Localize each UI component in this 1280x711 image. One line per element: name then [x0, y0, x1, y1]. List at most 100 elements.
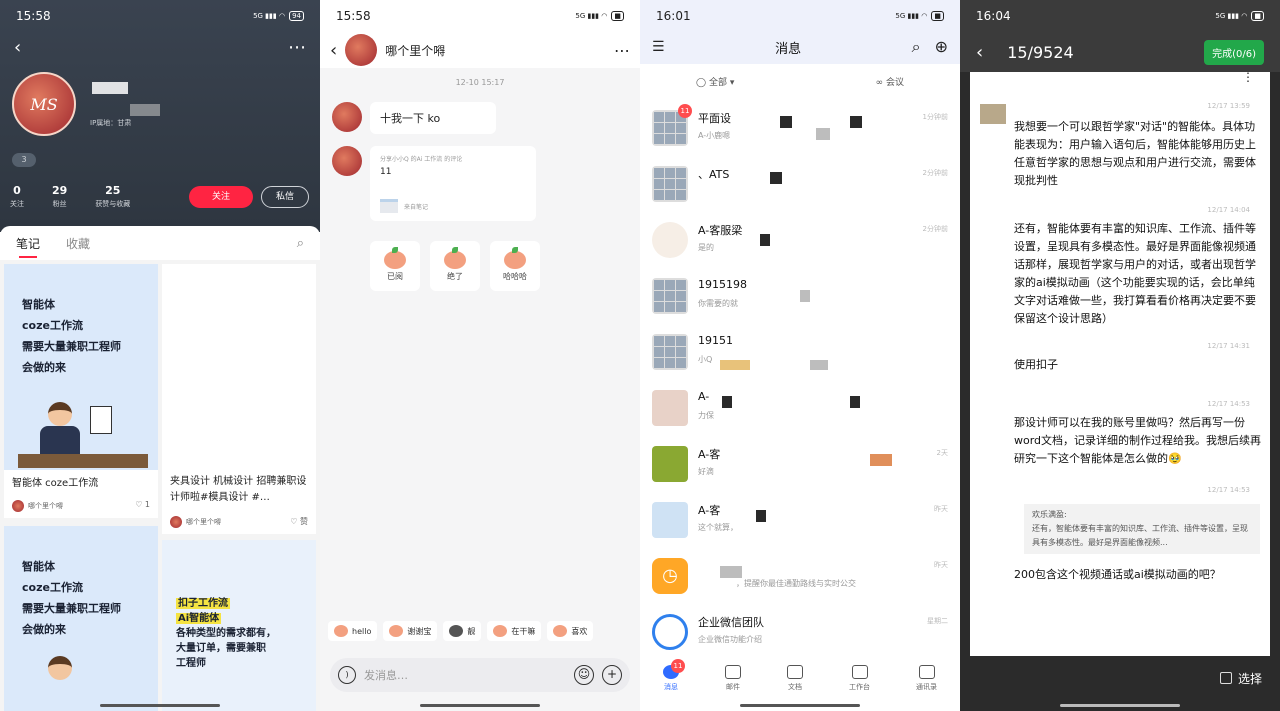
home-indicator — [420, 704, 540, 707]
note-card[interactable]: 夹具设计 机械设计 招聘兼职设计师啦#模具设计 #… 哪个里个嘚 ♡ 赞 — [162, 264, 316, 534]
menu-icon[interactable]: ☰ — [652, 39, 665, 55]
clock-icon: ◷ — [652, 558, 688, 594]
emoji-icon — [389, 625, 404, 637]
tab-notes[interactable]: 笔记 — [16, 235, 40, 258]
chat-screen: 15:58 5G ▮▮▮ ◠ ■ ‹ 哪个里个嘚 ⋯ 12-10 15:17 十… — [320, 0, 640, 711]
conversation-item[interactable]: A- 力保 — [640, 380, 960, 436]
redaction-block — [720, 566, 742, 578]
profile-tabs: 笔记 收藏 ⌕ — [0, 226, 320, 260]
select-header: 16:04 5G ▮▮▮ ◠ ■ ‹ 15/9524 完成(0/6) — [960, 0, 1280, 72]
conversation-item[interactable]: ◷ ，提醒你最佳通勤路线与实时公交 昨天 — [640, 548, 960, 604]
conversation-item[interactable]: 1915198 你需要的就 — [640, 268, 960, 324]
message-text[interactable]: 200包含这个视频通话或ai模拟动画的吧？ — [1014, 566, 1264, 584]
sticker[interactable]: 哈哈哈 — [490, 241, 540, 291]
note-card[interactable]: 扣子工作流 Ai智能体 各种类型的需求都有， 大量订单，需要兼职 工程师 — [162, 540, 316, 711]
conversation-item[interactable]: A-客服梁 是的 2分钟前 — [640, 212, 960, 268]
quick-reply[interactable]: 谢谢宝 — [383, 621, 438, 641]
more-icon[interactable]: ⋯ — [614, 41, 630, 60]
message-text[interactable]: 我想要一个可以跟哲学家"对话"的智能体。具体功能表现为：用户输入语句后，智能体能… — [1014, 118, 1264, 190]
sticker[interactable]: 已阅 — [370, 241, 420, 291]
message-bubble[interactable]: 十我一下 ko — [370, 102, 496, 134]
tab-collections[interactable]: 收藏 — [66, 235, 90, 252]
more-icon[interactable]: ⋮ — [1242, 70, 1254, 84]
filter-all[interactable]: ◯ 全部 ▾ — [696, 75, 734, 88]
message-text[interactable]: 那设计师可以在我的账号里做吗？然后再写一份word文档，记录详细的制作过程给我。… — [1014, 414, 1264, 468]
select-checkbox[interactable] — [1219, 672, 1232, 684]
tab-mail[interactable]: 邮件 — [725, 664, 741, 692]
plus-icon[interactable]: + — [602, 665, 622, 685]
filter-meeting[interactable]: ∞ 会议 — [876, 75, 904, 88]
sender-avatar[interactable] — [332, 146, 362, 176]
mail-icon — [725, 664, 741, 679]
stat-likes[interactable]: 25 获赞与收藏 — [95, 184, 130, 209]
tab-messages[interactable]: 11 消息 — [663, 658, 685, 692]
conversation-preview: 是的 — [698, 243, 714, 252]
conversation-preview: 企业微信功能介绍 — [698, 635, 762, 644]
emoji-icon[interactable]: ☺ — [574, 665, 594, 685]
shared-note-card[interactable]: 分享小小Q 的Ai 工作流 的评论 11 来自笔记 — [370, 146, 536, 221]
quick-reply[interactable]: 靓 — [443, 621, 482, 641]
tab-contacts[interactable]: 通讯录 — [916, 664, 937, 692]
note-card[interactable]: 智能体 coze工作流 需要大量兼职工程师 会做的来 — [4, 526, 158, 711]
like-count[interactable]: ♡ 1 — [135, 500, 150, 509]
tab-docs[interactable]: 文档 — [787, 664, 803, 692]
back-icon[interactable]: ‹ — [330, 40, 337, 61]
sender-avatar[interactable] — [332, 102, 362, 132]
quick-reply[interactable]: hello — [328, 621, 378, 641]
voice-icon[interactable]: ) — [338, 666, 356, 684]
message-input[interactable]: 发消息… — [364, 667, 566, 683]
quick-reply-bar: hello 谢谢宝 靓 在干嘛 喜欢 — [328, 621, 594, 641]
conversation-name: 、ATS — [698, 168, 730, 181]
emoji-icon — [449, 625, 464, 637]
stat-following[interactable]: 0 关注 — [10, 184, 24, 209]
battery-icon: ■ — [931, 11, 944, 21]
emoji-icon — [493, 625, 508, 637]
contact-avatar[interactable] — [345, 34, 378, 66]
add-icon[interactable]: ⊕ — [935, 37, 948, 57]
conversation-item[interactable]: A-客 好滴 2天 — [640, 436, 960, 492]
conversation-item[interactable]: A-客 这个就算， 昨天 — [640, 492, 960, 548]
status-icons: 5G ▮▮▮ ◠ ■ — [575, 11, 624, 21]
engineer-illustration — [18, 394, 148, 468]
conversation-time: 2分钟前 — [922, 225, 948, 233]
quick-reply[interactable]: 喜欢 — [547, 621, 594, 641]
battery-icon: ■ — [1251, 11, 1264, 21]
done-button[interactable]: 完成(0/6) — [1204, 39, 1264, 65]
search-icon[interactable]: ⌕ — [912, 37, 921, 57]
back-icon[interactable]: ‹ — [976, 42, 983, 63]
back-icon[interactable]: ‹ — [14, 37, 21, 58]
conversation-name: A-客 — [698, 504, 721, 517]
conversation-item[interactable]: 19151 小Q — [640, 324, 960, 380]
follow-button[interactable]: 关注 — [189, 186, 253, 208]
more-icon[interactable]: ⋯ — [288, 37, 306, 58]
conversation-item[interactable]: 11 平面设 A-小鹿嗯 1分钟前 — [640, 100, 960, 156]
message-text[interactable]: 使用扣子 — [1014, 356, 1264, 374]
conversation-item[interactable]: 、ATS 2分钟前 — [640, 156, 960, 212]
status-icons: 5G ▮▮▮ ◠ ■ — [1215, 11, 1264, 21]
conversation-item[interactable]: 企业微信团队 企业微信功能介绍 星期二 — [640, 604, 960, 660]
page-title: 消息 — [775, 41, 802, 57]
conversation-name: A-客服梁 — [698, 224, 743, 237]
conversation-name: 平面设 — [698, 112, 731, 125]
note-card[interactable]: 智能体 coze工作流 需要大量兼职工程师 会做的来 智能体 coze工作流 哪… — [4, 264, 158, 518]
stat-followers[interactable]: 29 粉丝 — [52, 184, 67, 209]
conversation-time: 昨天 — [934, 561, 948, 569]
quoted-message: 欢乐满盈: 还有，智能体要有丰富的知识库、工作流、插件等设置，呈现具有多模态性。… — [1024, 504, 1260, 554]
select-label[interactable]: 选择 — [1238, 670, 1262, 687]
note-title: 智能体 coze工作流 — [12, 478, 99, 489]
quick-reply[interactable]: 在干嘛 — [487, 621, 542, 641]
status-bar: 16:01 5G ▮▮▮ ◠ ■ — [640, 0, 960, 32]
sticker[interactable]: 绝了 — [430, 241, 480, 291]
conversation-name: 19151 — [698, 334, 733, 347]
status-bar: 15:58 5G ▮▮▮ ◠ 94 — [0, 0, 320, 32]
message-button[interactable]: 私信 — [261, 186, 309, 208]
like-count[interactable]: ♡ 赞 — [290, 516, 308, 527]
conversation-name: 1915198 — [698, 278, 747, 291]
tab-workbench[interactable]: 工作台 — [849, 664, 870, 692]
search-icon[interactable]: ⌕ — [297, 236, 304, 251]
note-cover: 智能体 coze工作流 需要大量兼职工程师 会做的来 — [4, 264, 158, 470]
message-text[interactable]: 还有，智能体要有丰富的知识库、工作流、插件等设置，呈现具有多模态性。最好是界面能… — [1014, 220, 1264, 328]
message-row: 十我一下 ko — [332, 102, 496, 134]
battery-icon: 94 — [289, 11, 304, 21]
avatar[interactable]: MS — [12, 72, 76, 136]
